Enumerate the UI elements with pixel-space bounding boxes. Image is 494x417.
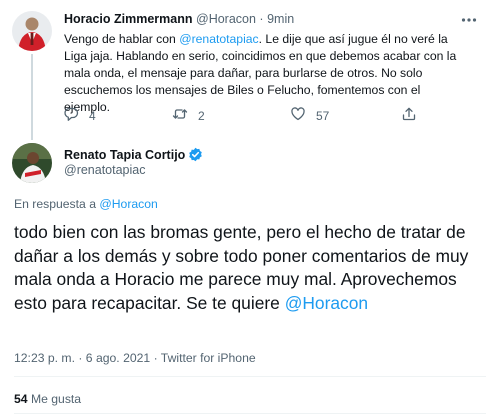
reply-separator: ·	[259, 12, 264, 26]
tweet-timestamp[interactable]: 12:23 p. m. · 6 ago. 2021 · Twitter for …	[14, 351, 256, 365]
share-icon[interactable]	[401, 106, 417, 125]
like-action[interactable]: 57	[290, 106, 329, 125]
main-tweet-text: todo bien con las bromas gente, pero el …	[14, 221, 486, 315]
heart-icon[interactable]	[290, 106, 306, 125]
reply-author-handle[interactable]: @Horacon	[196, 12, 256, 26]
main-author-name[interactable]: Renato Tapia Cortijo	[64, 148, 185, 162]
like-count: 57	[316, 108, 330, 123]
retweet-count: 2	[198, 108, 205, 123]
reply-count: 4	[89, 108, 96, 123]
likes-label: Me gusta	[30, 392, 82, 406]
likes-count: 54	[14, 392, 28, 406]
replying-to-label: En respuesta a	[14, 197, 100, 211]
reply-mention-link[interactable]: @renatotapiac	[179, 32, 258, 46]
reply-text-before: Vengo de hablar con	[64, 32, 180, 46]
reply-time[interactable]: 9min	[267, 12, 294, 26]
reply-text: Vengo de hablar con @renatotapiac. Le di…	[64, 31, 469, 116]
reply-action[interactable]: 4	[63, 106, 96, 125]
verified-badge-icon	[188, 147, 203, 167]
reply-author-name[interactable]: Horacio Zimmermann	[64, 12, 193, 26]
stats-divider	[14, 376, 486, 377]
retweet-icon[interactable]	[172, 106, 188, 125]
share-action[interactable]	[401, 106, 417, 125]
reply-header: Horacio Zimmermann @Horacon · 9min	[64, 12, 294, 26]
thread-connector-line	[31, 54, 33, 140]
main-author-handle[interactable]: @renatotapiac	[64, 163, 146, 177]
main-tweet-mention-link[interactable]: @Horacon	[285, 293, 368, 313]
bottom-divider	[14, 413, 486, 414]
replying-to: En respuesta a @Horacon	[14, 197, 158, 211]
renato-avatar[interactable]	[12, 143, 52, 183]
replying-to-handle-link[interactable]: @Horacon	[99, 197, 157, 211]
reply-icon[interactable]	[63, 106, 79, 125]
likes-stat[interactable]: 54 Me gusta	[14, 392, 81, 406]
retweet-action[interactable]: 2	[172, 106, 205, 125]
main-tweet-body: todo bien con las bromas gente, pero el …	[14, 222, 469, 313]
horacio-avatar[interactable]	[12, 11, 52, 51]
